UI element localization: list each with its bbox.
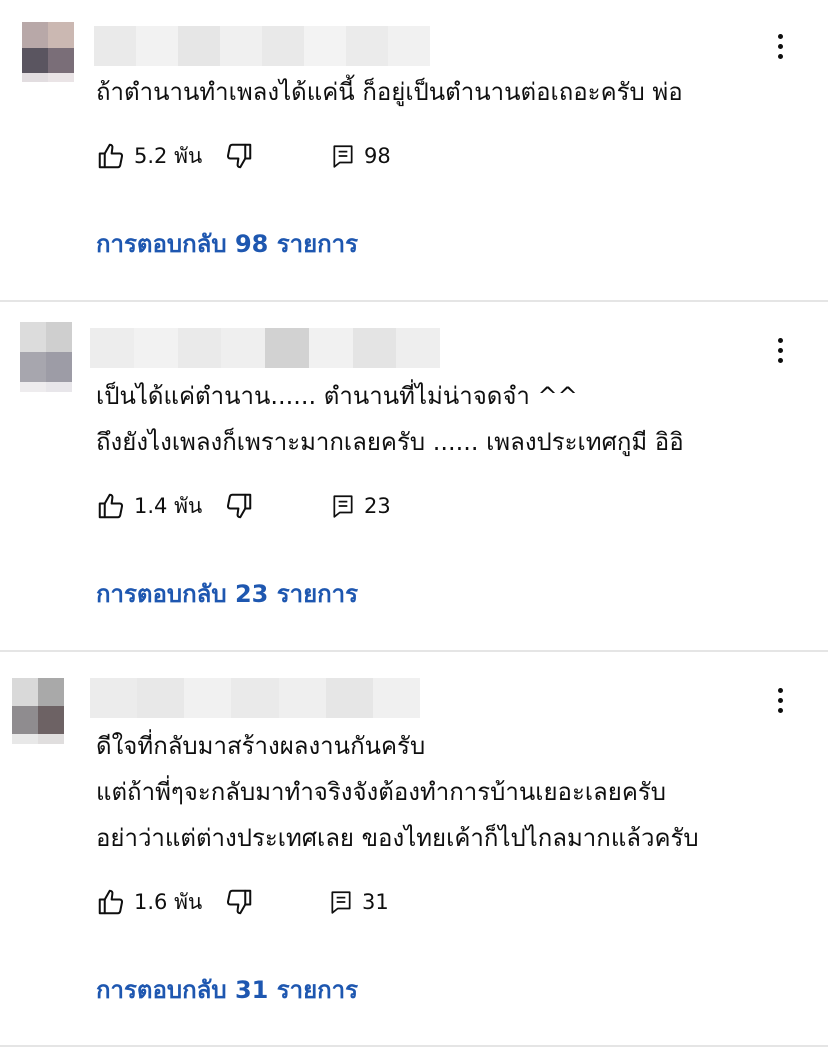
- avatar[interactable]: [20, 322, 72, 392]
- dislike-icon: [226, 143, 252, 169]
- like-count: 5.2 พัน: [134, 143, 203, 168]
- comment-text-line-1: ดีใจที่กลับมาสร้างผลงานกันครับ: [96, 732, 426, 760]
- dislike-icon: [226, 493, 252, 519]
- comment-actions: 1.4 พัน 23: [96, 488, 516, 524]
- reply-button[interactable]: 31: [328, 884, 389, 920]
- like-icon: [98, 143, 124, 169]
- dislike-button[interactable]: [224, 138, 254, 174]
- reply-count: 98: [364, 144, 391, 168]
- comment-actions: 5.2 พัน 98: [96, 138, 516, 174]
- more-vert-icon[interactable]: [768, 26, 792, 66]
- like-button[interactable]: 1.6 พัน: [96, 884, 202, 920]
- dislike-icon: [226, 889, 252, 915]
- comment-3: ดีใจที่กลับมาสร้างผลงานกันครับ แต่ถ้าพี่…: [0, 652, 828, 1047]
- comment-text-line-2: ถึงยังไงเพลงก็เพราะมากเลยครับ ...... เพล…: [96, 428, 684, 456]
- reply-icon: [333, 495, 353, 518]
- like-count: 1.6 พัน: [134, 889, 203, 914]
- view-replies-link[interactable]: การตอบกลับ 31 รายการ: [96, 970, 358, 1010]
- reply-button[interactable]: 23: [330, 488, 391, 524]
- author-name-blurred[interactable]: [94, 26, 430, 66]
- like-count: 1.4 พัน: [134, 493, 203, 518]
- comment-text-line-2: แต่ถ้าพี่ๆจะกลับมาทำจริงจังต้องทำการบ้าน…: [96, 778, 666, 806]
- like-button[interactable]: 5.2 พัน: [96, 138, 202, 174]
- dislike-button[interactable]: [224, 884, 254, 920]
- more-vert-icon[interactable]: [768, 330, 792, 370]
- avatar[interactable]: [22, 22, 74, 82]
- reply-count: 23: [364, 494, 391, 518]
- author-name-blurred[interactable]: [90, 328, 440, 368]
- view-replies-link[interactable]: การตอบกลับ 23 รายการ: [96, 574, 358, 614]
- view-replies-link[interactable]: การตอบกลับ 98 รายการ: [96, 224, 358, 264]
- like-icon: [98, 493, 124, 519]
- comment-text-line-1: เป็นได้แค่ตำนาน...... ตำนานที่ไม่น่าจดจำ…: [96, 382, 578, 410]
- dislike-button[interactable]: [224, 488, 254, 524]
- like-icon: [98, 889, 124, 915]
- reply-icon: [331, 891, 351, 914]
- comment-text-line-3: อย่าว่าแต่ต่างประเทศเลย ของไทยเค้าก็ไปไก…: [96, 824, 699, 852]
- reply-button[interactable]: 98: [330, 138, 391, 174]
- more-vert-icon[interactable]: [768, 680, 792, 720]
- reply-icon: [333, 145, 353, 168]
- comment-actions: 1.6 พัน 31: [96, 884, 516, 920]
- like-button[interactable]: 1.4 พัน: [96, 488, 202, 524]
- author-name-blurred[interactable]: [90, 678, 420, 718]
- comment-2: เป็นได้แค่ตำนาน...... ตำนานที่ไม่น่าจดจำ…: [0, 302, 828, 652]
- reply-count: 31: [362, 890, 389, 914]
- comment-1: ถ้าตำนานทำเพลงได้แค่นี้ ก็อยู่เป็นตำนานต…: [0, 0, 828, 302]
- comment-text: ถ้าตำนานทำเพลงได้แค่นี้ ก็อยู่เป็นตำนานต…: [96, 78, 683, 106]
- avatar[interactable]: [12, 678, 64, 744]
